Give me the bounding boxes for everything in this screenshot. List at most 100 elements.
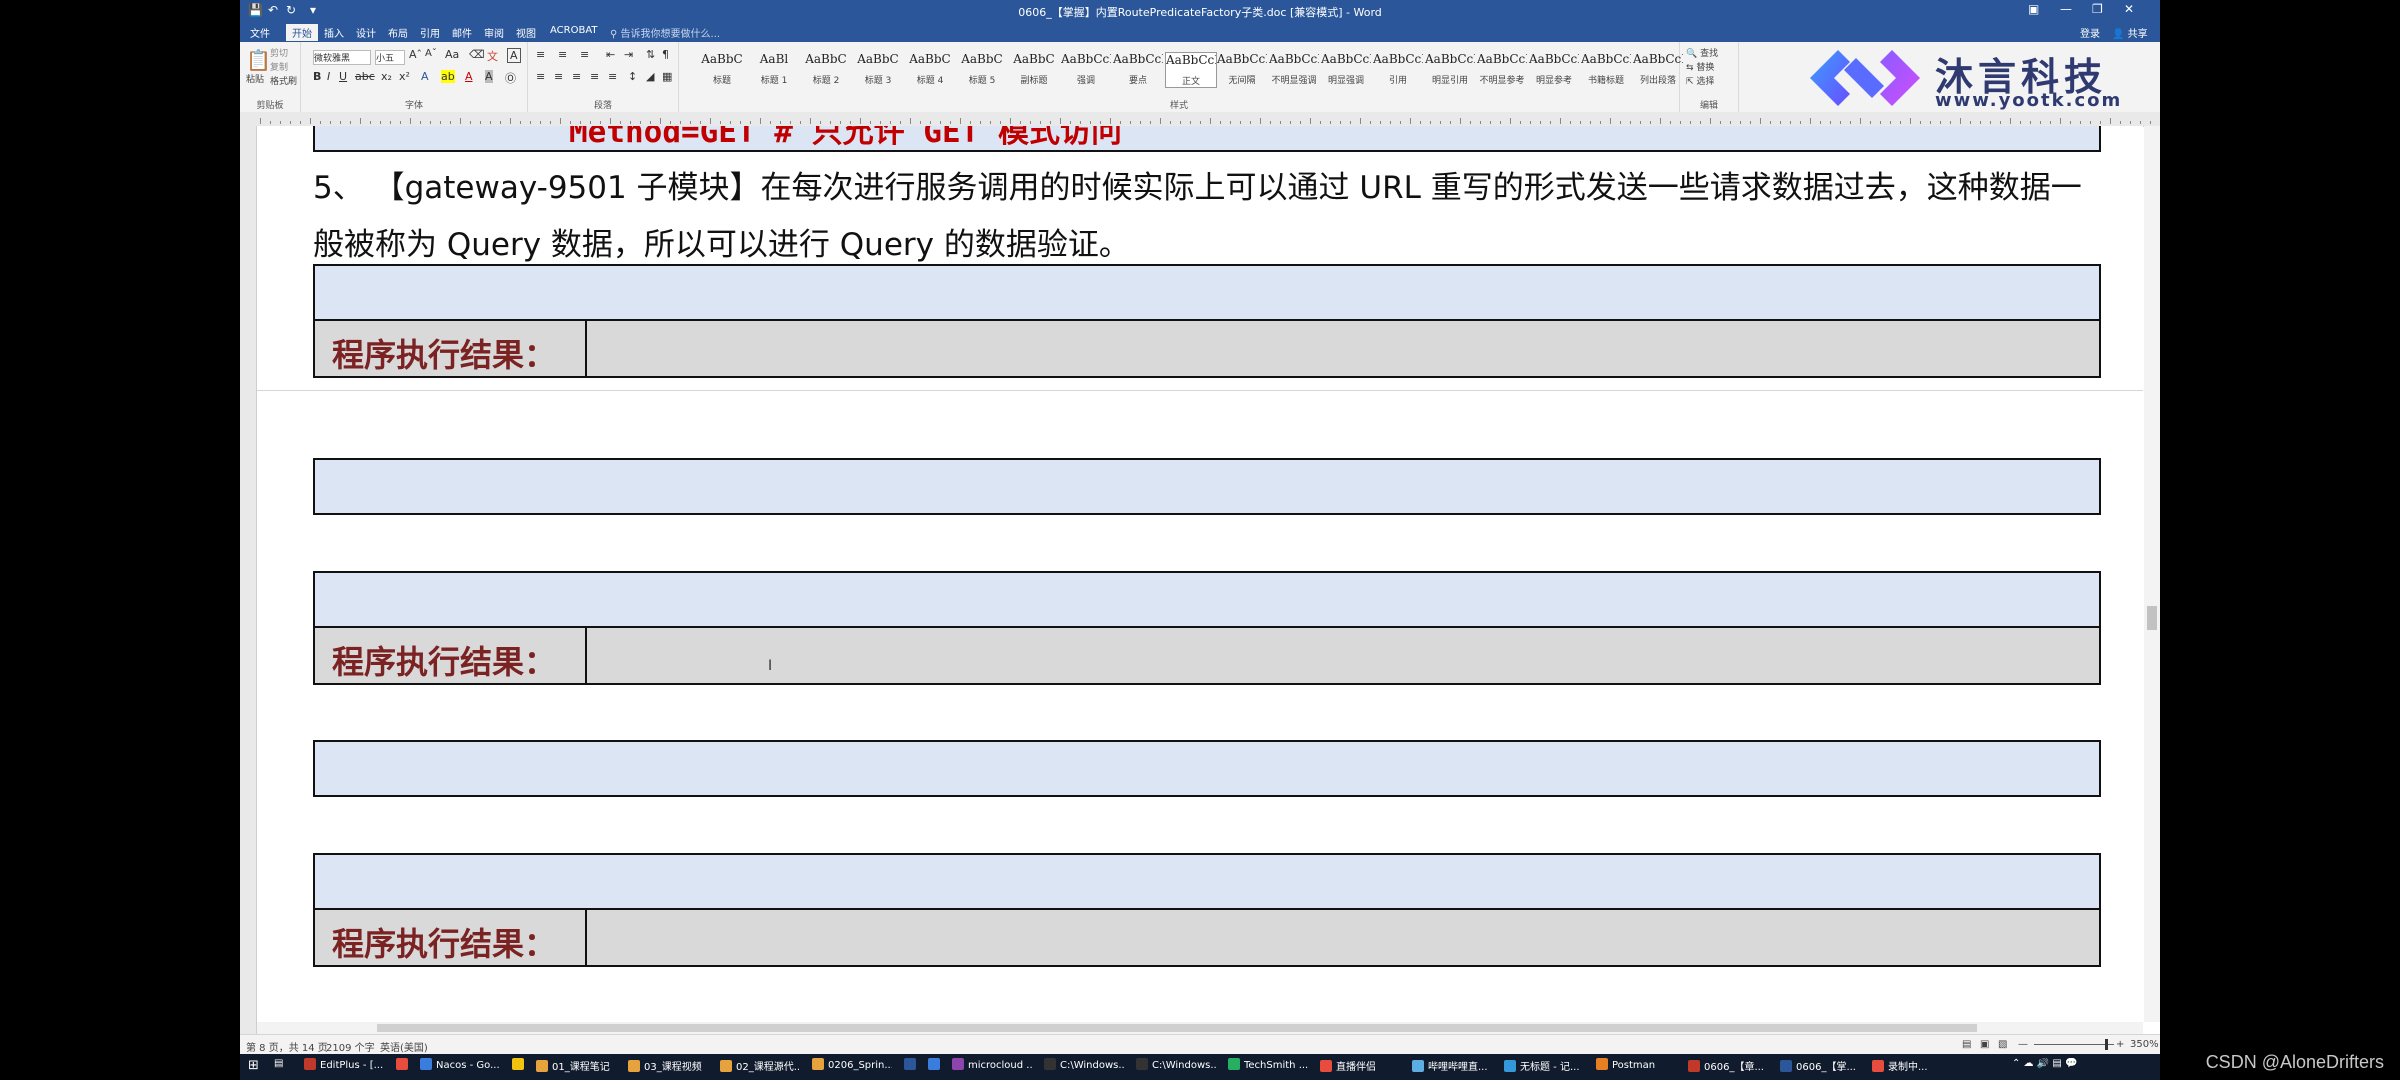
result-table-row[interactable]: 程序执行结果： [313, 321, 2101, 378]
taskbar-item[interactable]: C:\Windows... [1136, 1058, 1216, 1076]
style-item[interactable]: AaBbC 标题 5 [957, 52, 1007, 86]
code-table-cell[interactable] [313, 853, 2101, 910]
bold-icon[interactable]: B [313, 70, 321, 83]
tab-layout[interactable]: 布局 [388, 25, 408, 40]
restore-button[interactable]: ❐ [2092, 2, 2103, 16]
tab-design[interactable]: 设计 [356, 25, 376, 40]
change-case-icon[interactable]: Aa [445, 48, 459, 61]
style-item[interactable]: AaBbCcDı 明显强调 [1321, 52, 1371, 86]
taskbar-item[interactable] [904, 1058, 920, 1076]
style-item[interactable]: AaBbCcD 不明显参考 [1477, 52, 1527, 86]
replace-button[interactable]: ⇆ 替换 [1686, 60, 1714, 73]
paste-icon[interactable]: 📋 [246, 48, 271, 72]
taskbar-item[interactable]: 哔哩哔哩直... [1412, 1058, 1492, 1076]
clear-formatting-icon[interactable]: ⌫ [469, 48, 485, 61]
style-item[interactable]: AaBbCcDc 无间隔 [1217, 52, 1267, 86]
style-item[interactable]: AaBbC 标题 4 [905, 52, 955, 86]
horizontal-ruler[interactable] [240, 112, 2160, 127]
ribbon-display-options-icon[interactable]: ▣ [2028, 2, 2039, 16]
taskbar-item[interactable]: 录制中... [1872, 1058, 1952, 1076]
taskbar-item[interactable]: 0606_【章... [1688, 1058, 1768, 1076]
taskbar-item[interactable]: 0206_Sprin... [812, 1058, 892, 1076]
vertical-scroll-thumb[interactable] [2147, 606, 2157, 630]
system-tray-icons[interactable]: ⌃ ☁ 🔊 ▤ 💬 [2012, 1058, 2077, 1076]
share-button[interactable]: 👤 共享 [2112, 25, 2148, 40]
paste-button[interactable]: 粘贴 [246, 72, 264, 85]
italic-icon[interactable]: I [327, 70, 330, 83]
cut-button[interactable]: 剪切 [270, 46, 288, 59]
decrease-indent-icon[interactable]: ⇤ [606, 48, 615, 61]
zoom-out-icon[interactable]: — [2018, 1039, 2028, 1050]
line-spacing-icon[interactable]: ↕ [628, 70, 637, 83]
zoom-slider-thumb[interactable] [2105, 1039, 2108, 1050]
word-count[interactable]: 2109 个字 [326, 1039, 375, 1054]
taskbar-item[interactable]: 直播伴侣 [1320, 1058, 1400, 1076]
taskbar-item[interactable] [396, 1058, 412, 1076]
justify-icon[interactable]: ≡ [590, 70, 599, 83]
tab-home[interactable]: 开始 [286, 24, 318, 41]
taskbar-item[interactable]: C:\Windows... [1044, 1058, 1124, 1076]
style-item[interactable]: AaBbCcDc 引用 [1373, 52, 1423, 86]
tab-references[interactable]: 引用 [420, 25, 440, 40]
character-shading-icon[interactable]: A [485, 70, 493, 83]
style-item[interactable]: AaBbCcDı 强调 [1061, 52, 1111, 86]
select-button[interactable]: ⇱ 选择 [1686, 74, 1714, 87]
style-item[interactable]: AaBl 标题 1 [749, 52, 799, 86]
code-table-cell[interactable] [313, 571, 2101, 628]
tab-file[interactable]: 文件 [250, 25, 270, 40]
minimize-button[interactable]: — [2060, 2, 2072, 16]
style-item[interactable]: AaBbCcD 书籍标题 [1581, 52, 1631, 86]
style-item[interactable]: AaBbCcDc 正文 [1165, 52, 1217, 88]
tab-insert[interactable]: 插入 [324, 25, 344, 40]
sort-icon[interactable]: ⇅ [646, 48, 655, 61]
vertical-ruler[interactable] [240, 126, 257, 1034]
superscript-icon[interactable]: x² [399, 70, 410, 83]
start-icon[interactable]: ⊞ [248, 1058, 259, 1076]
subscript-icon[interactable]: x₂ [381, 70, 392, 83]
style-item[interactable]: AaBbC 标题 [697, 52, 747, 86]
underline-icon[interactable]: U [339, 70, 347, 83]
font-size-select[interactable]: 小五 [375, 50, 405, 65]
language-indicator[interactable]: 英语(美国) [380, 1039, 428, 1054]
borders-icon[interactable]: ▦ [662, 70, 672, 83]
horizontal-scroll-thumb[interactable] [377, 1024, 1977, 1032]
horizontal-scrollbar[interactable] [257, 1022, 2143, 1034]
style-item[interactable]: AaBbC 副标题 [1009, 52, 1059, 86]
code-table-cell[interactable] [313, 458, 2101, 515]
character-border-icon[interactable]: A [507, 48, 521, 63]
tab-acrobat[interactable]: ACROBAT [550, 25, 598, 36]
taskbar-item[interactable]: Nacos - Go... [420, 1058, 500, 1076]
style-item[interactable]: AaBbCcDc 不明显强调 [1269, 52, 1319, 86]
style-item[interactable]: AaBbCcI 明显参考 [1529, 52, 1579, 86]
taskbar-item[interactable]: 02_课程源代... [720, 1058, 800, 1076]
taskbar-item[interactable]: 0606_【掌... [1780, 1058, 1860, 1076]
style-item[interactable]: AaBbCcDc 列出段落 [1633, 52, 1683, 86]
result-table-row[interactable]: 程序执行结果： [313, 910, 2101, 967]
taskbar-item[interactable] [928, 1058, 944, 1076]
zoom-slider[interactable] [2034, 1044, 2114, 1045]
phonetic-guide-icon[interactable]: 文 [487, 48, 498, 64]
document-canvas[interactable]: Method=GET # 只允许 GET 模式访问 5、 【gateway-95… [257, 126, 2143, 1022]
format-painter-button[interactable]: 格式刷 [270, 74, 297, 87]
task-view-icon[interactable]: ▤ [274, 1058, 283, 1076]
taskbar-item[interactable]: TechSmith ... [1228, 1058, 1308, 1076]
zoom-level[interactable]: 350% [2130, 1039, 2159, 1050]
tab-view[interactable]: 视图 [516, 25, 536, 40]
tab-mailings[interactable]: 邮件 [452, 25, 472, 40]
align-left-icon[interactable]: ≡ [536, 70, 545, 83]
distributed-icon[interactable]: ≡ [608, 70, 617, 83]
print-layout-icon[interactable]: ▣ [1980, 1039, 1989, 1050]
font-name-select[interactable]: 微软雅黑 [313, 50, 371, 65]
strikethrough-icon[interactable]: abc [355, 70, 375, 83]
zoom-in-icon[interactable]: + [2116, 1039, 2124, 1050]
taskbar-item[interactable]: Postman [1596, 1058, 1676, 1076]
tab-review[interactable]: 审阅 [484, 25, 504, 40]
shading-icon[interactable]: ◢ [646, 70, 654, 83]
align-center-icon[interactable]: ≡ [554, 70, 563, 83]
enclose-characters-icon[interactable]: Ⓞ [505, 70, 516, 86]
shrink-font-icon[interactable]: Aˇ [425, 48, 437, 59]
code-table-cell[interactable] [313, 740, 2101, 797]
style-item[interactable]: AaBbC 标题 2 [801, 52, 851, 86]
increase-indent-icon[interactable]: ⇥ [624, 48, 633, 61]
bullets-icon[interactable]: ≡ [536, 48, 545, 61]
